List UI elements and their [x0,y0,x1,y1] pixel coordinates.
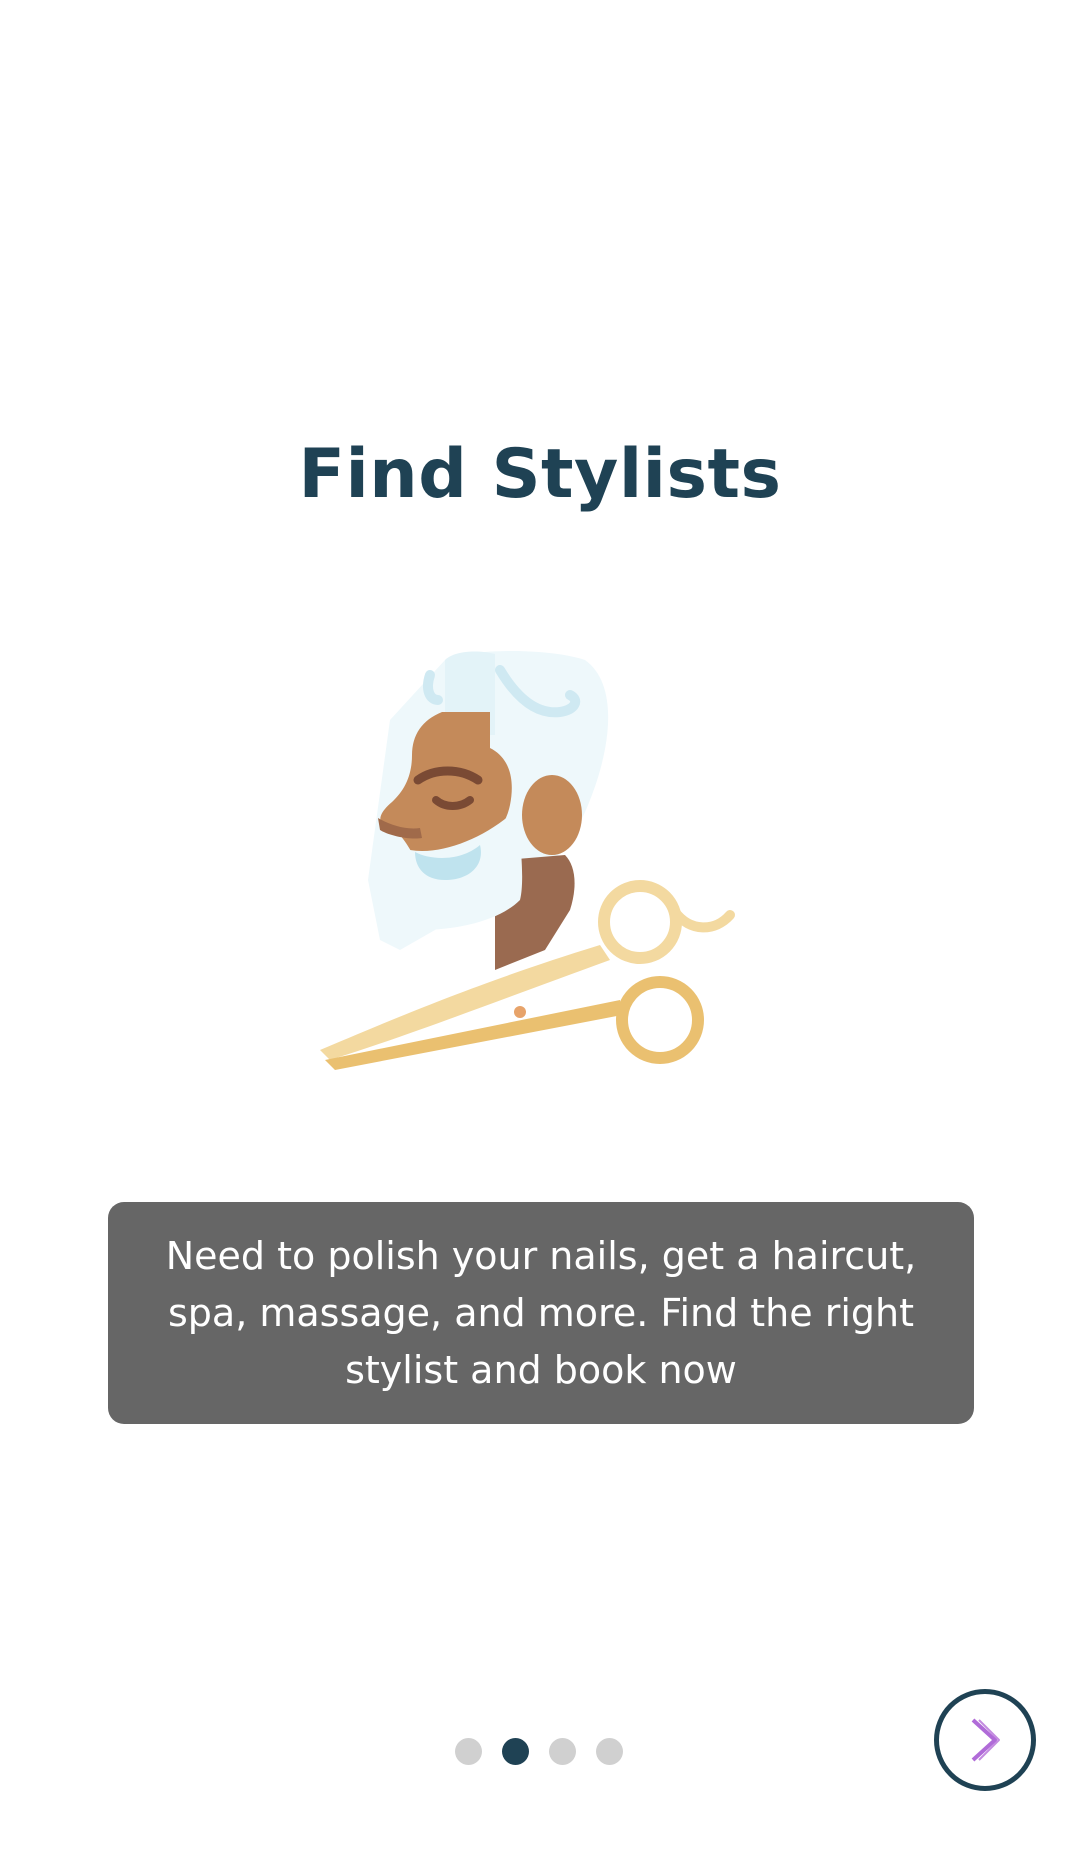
chevron-right-icon [971,1718,1000,1762]
page-dot-3[interactable] [549,1738,576,1765]
description-box: Need to polish your nails, get a haircut… [108,1202,974,1424]
page-dot-1[interactable] [455,1738,482,1765]
description-text: Need to polish your nails, get a haircut… [165,1233,917,1392]
page-dot-2-active[interactable] [502,1738,529,1765]
next-button[interactable] [934,1689,1036,1791]
barber-illustration-icon [320,640,760,1080]
page-indicator [455,1738,623,1765]
page-title: Find Stylists [298,435,782,514]
page-dot-4[interactable] [596,1738,623,1765]
